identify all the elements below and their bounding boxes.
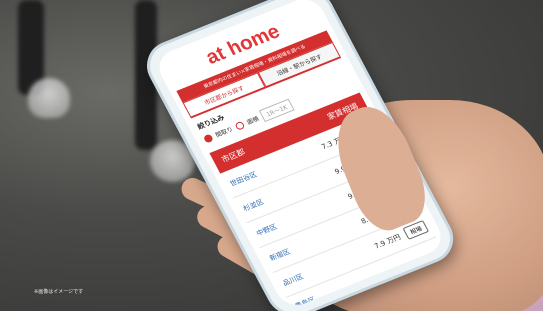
- rent-price: 7.9 万円: [372, 232, 402, 251]
- ward-link[interactable]: 杉並区: [241, 197, 265, 214]
- ward-link[interactable]: 品川区: [281, 271, 305, 288]
- radio-layout-label: 間取り: [214, 126, 235, 140]
- image-caption: ※画像はイメージです: [34, 289, 84, 295]
- ward-link[interactable]: 中野区: [254, 221, 278, 238]
- ward-link[interactable]: 豊島区: [293, 295, 317, 311]
- ward-link[interactable]: 新宿区: [268, 246, 292, 263]
- radio-area[interactable]: [234, 120, 246, 131]
- photo-scene: at home 東京都内の住まい×家賃相場・資料相場を調べる 市区郡から探す 沿…: [0, 0, 543, 311]
- background-shoe: [28, 78, 70, 118]
- radio-layout[interactable]: [202, 132, 214, 144]
- header-ward: 市区郡: [220, 147, 247, 165]
- ward-link[interactable]: 世田谷区: [228, 169, 259, 188]
- radio-area-label: 面積: [245, 115, 261, 127]
